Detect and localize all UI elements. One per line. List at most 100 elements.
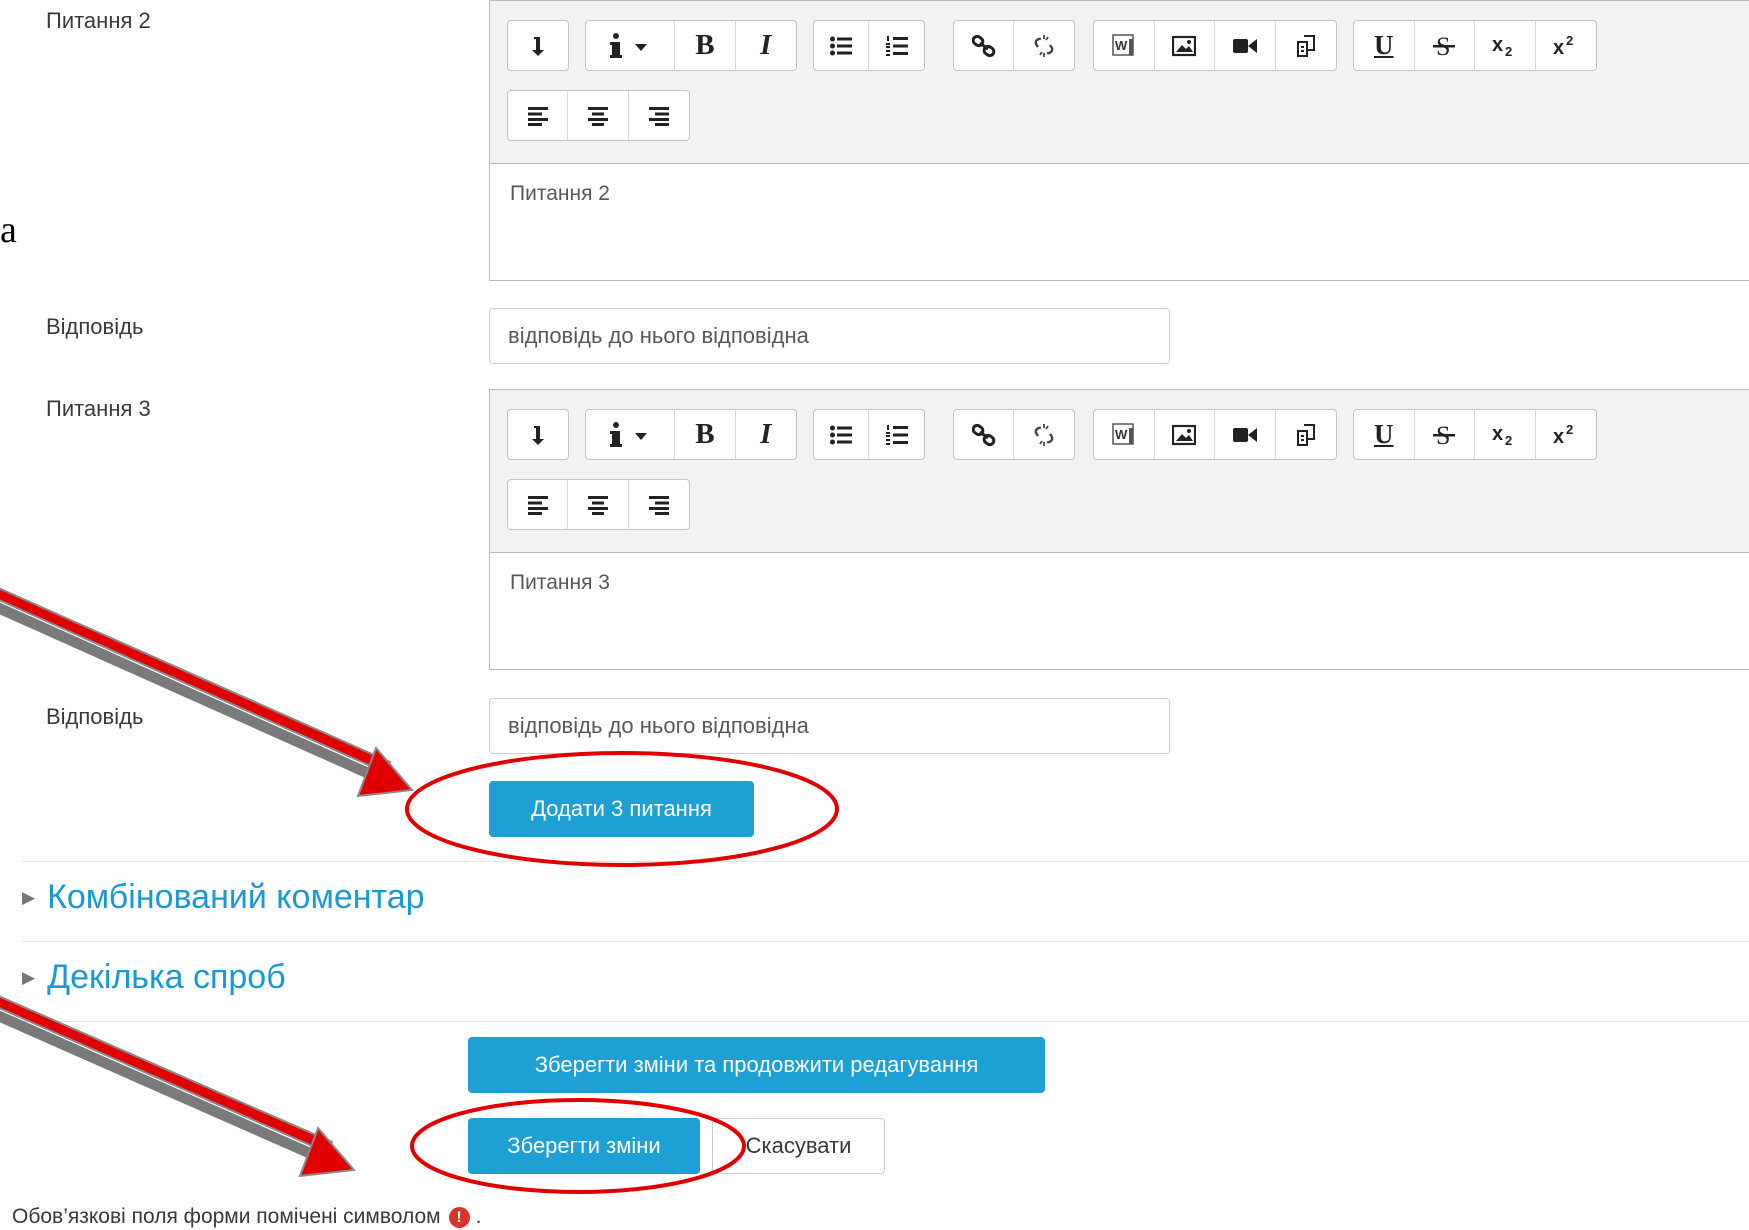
bold-icon: B [695,29,715,61]
manage-files-icon [1296,34,1315,57]
superscript-button[interactable]: x2 [1536,21,1597,70]
underline-button[interactable]: U [1354,21,1415,70]
subscript-button[interactable]: x2 [1475,21,1536,70]
manage-files-button[interactable] [1276,21,1337,70]
svg-text:W: W [1115,38,1128,53]
align-center-icon [588,495,609,515]
question-2-toolbar: B I W U S x 2 x 2 [490,1,1749,163]
question-3-toolbar: B I W U S x 2 x 2 [490,390,1749,552]
link-button[interactable] [954,410,1015,459]
link-button[interactable] [954,21,1015,70]
ordered-list-icon [885,35,908,56]
strikethrough-icon: S [1433,422,1456,448]
required-fields-suffix: . [475,1205,482,1228]
bold-button[interactable]: B [675,21,736,70]
question-3-content[interactable]: Питання 3 [490,552,1749,669]
video-button[interactable] [1215,21,1276,70]
collapse-icon [532,36,544,56]
ordered-list-button[interactable] [869,21,924,70]
collapse-button[interactable] [508,410,568,459]
italic-button[interactable]: I [736,21,796,70]
question-3-answer-label: Відповідь [46,704,144,729]
save-button[interactable]: Зберегти зміни [468,1118,700,1174]
align-center-button[interactable] [568,480,629,529]
subscript-icon: x2 [1492,423,1512,447]
align-right-button[interactable] [629,480,689,529]
section-multiple-tries[interactable]: ▶ Декілька спроб [22,958,286,997]
question-3-label: Питання 3 [46,396,151,421]
info-dropdown-icon [610,32,648,58]
italic-icon: I [760,29,772,61]
question-2-content[interactable]: Питання 2 [490,163,1749,280]
underline-icon: U [1374,30,1394,60]
section-multiple-tries-label[interactable]: Декілька спроб [47,958,286,997]
align-right-button[interactable] [629,91,689,140]
svg-text:2: 2 [1505,44,1512,58]
section-combined-feedback[interactable]: ▶ Комбінований коментар [22,878,425,917]
svg-text:2: 2 [1566,423,1573,437]
divider [22,941,1749,942]
video-icon [1232,427,1257,442]
required-icon: ! [448,1206,470,1228]
subscript-button[interactable]: x2 [1475,410,1536,459]
svg-text:x: x [1492,423,1503,445]
video-button[interactable] [1215,410,1276,459]
unordered-list-button[interactable] [814,410,870,459]
svg-text:2: 2 [1505,433,1512,447]
question-2-answer-label: Відповідь [46,314,144,339]
strikethrough-button[interactable]: S [1415,410,1475,459]
info-dropdown-button[interactable] [586,410,676,459]
align-right-icon [648,106,669,126]
align-left-button[interactable] [508,480,569,529]
image-button[interactable] [1155,410,1215,459]
expand-triangle-icon: ▶ [22,967,36,987]
expand-triangle-icon: ▶ [22,887,36,907]
image-button[interactable] [1155,21,1215,70]
annotation-arrow-1 [0,587,414,798]
question-3-answer-input[interactable]: відповідь до нього відповідна [489,698,1170,754]
align-left-icon [527,106,548,126]
word-paste-icon: W [1112,33,1134,56]
collapse-icon [532,425,544,445]
unlink-button[interactable] [1014,410,1074,459]
superscript-icon: x2 [1553,423,1573,447]
bold-button[interactable]: B [675,410,736,459]
underline-button[interactable]: U [1354,410,1415,459]
info-dropdown-button[interactable] [586,21,676,70]
ordered-list-icon [885,424,908,445]
superscript-icon: x2 [1553,34,1573,58]
unlink-icon [1034,34,1054,57]
ordered-list-button[interactable] [869,410,924,459]
unordered-list-icon [830,425,852,444]
save-and-continue-button[interactable]: Зберегти зміни та продовжити редагування [468,1037,1045,1093]
align-center-button[interactable] [568,91,629,140]
bold-icon: B [695,418,715,450]
svg-text:x: x [1553,426,1564,447]
align-left-button[interactable] [508,91,569,140]
question-2-answer-input[interactable]: відповідь до нього відповідна [489,308,1170,364]
required-fields-note: Обов’язкові поля форми помічені символом… [12,1205,481,1229]
italic-button[interactable]: I [736,410,796,459]
unordered-list-button[interactable] [814,21,870,70]
align-left-icon [527,495,548,515]
unlink-button[interactable] [1014,21,1074,70]
underline-icon: U [1374,419,1394,449]
image-icon [1172,35,1197,56]
superscript-button[interactable]: x2 [1536,410,1597,459]
align-center-icon [588,106,609,126]
manage-files-button[interactable] [1276,410,1337,459]
add-questions-button[interactable]: Додати 3 питання [489,781,754,837]
align-right-icon [648,495,669,515]
strikethrough-icon: S [1433,33,1456,59]
italic-icon: I [760,418,772,450]
image-icon [1172,424,1197,445]
word-paste-button[interactable]: W [1094,21,1155,70]
strikethrough-button[interactable]: S [1415,21,1475,70]
cancel-button[interactable]: Скасувати [712,1118,885,1174]
question-2-editor: B I W U S x 2 x 2 Питання 2 [489,0,1749,281]
word-paste-button[interactable]: W [1094,410,1155,459]
divider [22,861,1749,862]
link-icon [971,423,995,446]
collapse-button[interactable] [508,21,568,70]
section-combined-feedback-label[interactable]: Комбінований коментар [47,878,424,917]
